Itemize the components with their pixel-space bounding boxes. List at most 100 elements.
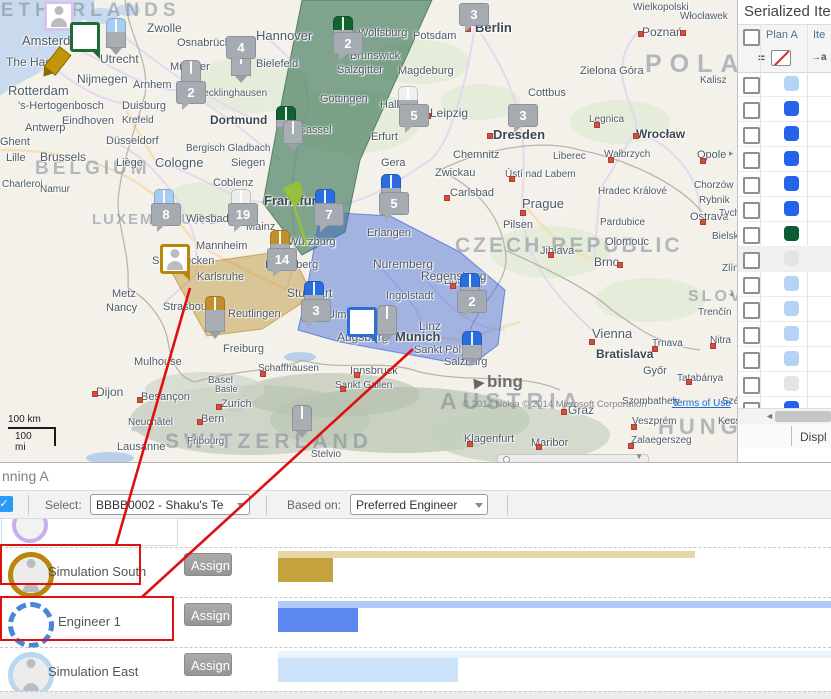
serialized-item-row[interactable]	[738, 322, 831, 347]
cluster-pin-3[interactable]: 3	[508, 104, 538, 127]
item-checkbox[interactable]	[743, 302, 760, 319]
pin-cap-icon	[181, 60, 201, 74]
serialized-item-row[interactable]	[738, 197, 831, 222]
map-label-magdeburg: Magdeburg	[398, 65, 454, 77]
city-dot	[594, 122, 600, 128]
assign-button[interactable]: Assign	[184, 603, 232, 626]
cluster-pin-2[interactable]: 2	[457, 290, 487, 313]
city-dot	[197, 419, 203, 425]
gantt-bar[interactable]	[278, 658, 458, 682]
cluster-pin-2[interactable]: 2	[333, 32, 363, 55]
gantt-bar[interactable]	[278, 558, 333, 582]
column-item[interactable]: Ite	[813, 29, 825, 41]
map-pin[interactable]	[283, 120, 303, 151]
country-label-netherlands: NETHERLANDS	[0, 0, 181, 22]
map-label-antwerp: Antwerp	[25, 122, 65, 134]
item-checkbox[interactable]	[743, 277, 760, 294]
map-pin[interactable]	[377, 305, 397, 342]
terms-of-use-link[interactable]: Terms of Use	[672, 398, 731, 409]
scrollbar-thumb[interactable]	[775, 411, 831, 422]
item-checkbox[interactable]	[743, 252, 760, 269]
selected-resource-marker[interactable]	[347, 307, 377, 337]
cluster-pin-19[interactable]: 19	[228, 203, 258, 226]
map-label-namur: Namur	[40, 184, 70, 195]
cluster-pin-5[interactable]: 5	[379, 192, 409, 215]
serialized-item-row[interactable]	[738, 347, 831, 372]
item-checkbox[interactable]	[743, 77, 760, 94]
item-checkbox[interactable]	[743, 152, 760, 169]
serialized-item-row[interactable]	[738, 172, 831, 197]
serialized-item-row[interactable]	[738, 372, 831, 397]
flag-svg	[278, 180, 310, 248]
assign-button[interactable]: Assign	[184, 553, 232, 576]
city-dot	[260, 371, 266, 377]
map-pin[interactable]	[106, 18, 126, 55]
map-label-chorz-w: Chorzów	[694, 180, 733, 191]
serialized-item-row[interactable]	[738, 72, 831, 97]
item-checkbox[interactable]	[743, 202, 760, 219]
serialized-item-row[interactable]	[738, 97, 831, 122]
based-on-select[interactable]: Preferred Engineer	[350, 494, 488, 515]
serialized-item-row[interactable]	[738, 147, 831, 172]
cluster-pin-2[interactable]: 2	[176, 81, 206, 104]
map-pin[interactable]	[205, 296, 225, 339]
work-order-select[interactable]: BBBB0002 - Shaku's Te	[90, 494, 250, 515]
map-label-duisburg: Duisburg	[122, 100, 166, 112]
item-checkbox[interactable]	[743, 352, 760, 369]
cluster-pin-7[interactable]: 7	[314, 203, 344, 226]
city-dot	[686, 379, 692, 385]
map-label-bratislava: Bratislava	[596, 347, 653, 361]
scroll-left-icon[interactable]: ◄	[765, 411, 774, 421]
map-resize-handle[interactable]: ▼	[497, 454, 649, 462]
cluster-pin-5[interactable]: 5	[399, 104, 429, 127]
pin-cap-icon	[231, 189, 251, 203]
filter-goto-icon[interactable]: →a	[811, 52, 827, 63]
item-checkbox[interactable]	[743, 227, 760, 244]
pin-cap-icon	[292, 405, 312, 419]
plan-color-swatch	[784, 176, 799, 191]
serialized-item-row[interactable]	[738, 297, 831, 322]
chevron-down-icon: ▼	[635, 452, 643, 461]
cluster-pin-3[interactable]: 3	[459, 3, 489, 26]
resource-row-partial[interactable]	[1, 518, 178, 546]
cluster-pin-14[interactable]: 14	[267, 248, 297, 271]
map-pin[interactable]	[292, 405, 312, 438]
select-all-checkbox[interactable]	[743, 29, 760, 46]
resource-name: Simulation East	[48, 664, 138, 679]
map-label-kalisz: Kalisz	[700, 75, 727, 86]
gantt-bar[interactable]	[278, 608, 358, 632]
map-label-kecskem-t: Kecskemét	[718, 416, 737, 427]
cluster-pin-8[interactable]: 8	[151, 203, 181, 226]
assign-button[interactable]: Assign	[184, 653, 232, 676]
bing-logo-text: bing	[487, 372, 523, 391]
map-toggle-icon[interactable]: ✓	[0, 496, 13, 512]
map-label-lille: Lille	[6, 152, 26, 164]
splitter-collapse-icon[interactable]: ◂	[729, 289, 734, 300]
filter-edit-icon[interactable]	[771, 50, 791, 66]
map-label-tychy: Tychy	[719, 208, 737, 219]
column-plan-a[interactable]: Plan A	[766, 29, 798, 41]
item-checkbox[interactable]	[743, 377, 760, 394]
flag-marker-icon[interactable]	[278, 180, 310, 253]
item-checkbox[interactable]	[743, 327, 760, 344]
cluster-pin-3[interactable]: 3	[301, 299, 331, 322]
selected-resource-marker[interactable]	[70, 22, 100, 52]
map-pin[interactable]	[462, 331, 482, 366]
map-label-jihlava: Jihlava	[540, 245, 574, 257]
item-checkbox[interactable]	[743, 127, 760, 144]
selected-resource-marker[interactable]	[160, 244, 190, 274]
serialized-item-row[interactable]	[738, 247, 831, 272]
splitter-expand-icon[interactable]: ▸	[729, 148, 734, 159]
cluster-pin-4[interactable]: 4	[226, 36, 256, 59]
grid-header: Plan A Ite	[738, 24, 831, 48]
pin-body	[377, 319, 397, 335]
serialized-item-row[interactable]	[738, 122, 831, 147]
horizontal-scrollbar[interactable]: ◄	[738, 408, 831, 425]
serialized-item-row[interactable]	[738, 272, 831, 297]
city-dot	[548, 252, 554, 258]
item-checkbox[interactable]	[743, 177, 760, 194]
map-viewport[interactable]: NETHERLANDSBELGIUMLUXEMBOURGCZECH REPUBL…	[0, 0, 737, 462]
item-checkbox[interactable]	[743, 102, 760, 119]
serialized-item-row[interactable]	[738, 222, 831, 247]
map-label-leipzig: Leipzig	[430, 106, 468, 120]
